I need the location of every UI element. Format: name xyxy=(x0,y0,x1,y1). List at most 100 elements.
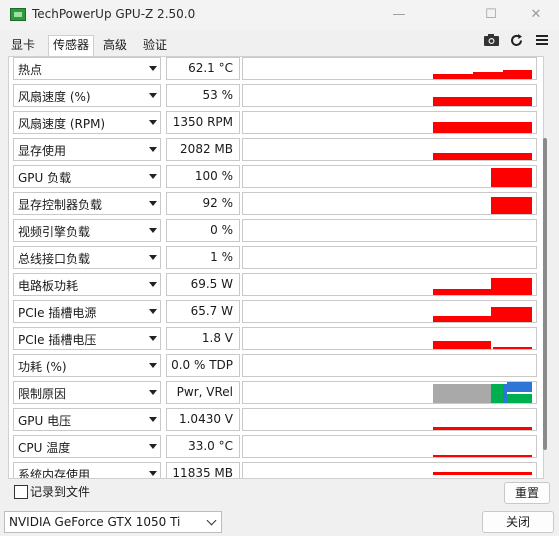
chevron-down-icon xyxy=(149,147,157,152)
sensor-graph[interactable] xyxy=(242,84,537,107)
sensor-name-dropdown[interactable]: 电路板功耗 xyxy=(13,273,161,296)
sensor-name-dropdown[interactable]: 风扇速度 (RPM) xyxy=(13,111,161,134)
sensor-value: 92 % xyxy=(166,192,240,215)
sensor-graph[interactable] xyxy=(242,192,537,215)
tab-graphics-card[interactable]: 显卡 xyxy=(8,36,38,55)
sensor-graph[interactable] xyxy=(242,138,537,161)
sensor-value: 1350 RPM xyxy=(166,111,240,134)
chevron-down-icon xyxy=(149,66,157,71)
sensor-name-dropdown[interactable]: 风扇速度 (%) xyxy=(13,84,161,107)
log-to-file-checkbox[interactable] xyxy=(14,485,28,499)
sensor-graph[interactable] xyxy=(242,111,537,134)
sensor-row-system-memory-used: 系统内存使用 11835 MB xyxy=(13,462,537,479)
sensor-name-dropdown[interactable]: 视频引擎负载 xyxy=(13,219,161,242)
sensor-graph[interactable] xyxy=(242,219,537,242)
reset-button[interactable]: 重置 xyxy=(504,482,550,504)
sensor-name: PCIe 插槽电压 xyxy=(18,333,97,347)
sensor-row-pcie-slot-power: PCIe 插槽电源 65.7 W xyxy=(13,300,537,323)
sensor-value-text: 62.1 °C xyxy=(188,61,233,75)
sensor-name: 显存控制器负载 xyxy=(18,198,103,212)
sensor-name: 显存使用 xyxy=(18,144,67,158)
sensor-graph[interactable] xyxy=(242,381,537,404)
tab-advanced[interactable]: 高级 xyxy=(100,36,130,55)
sensor-value: 11835 MB xyxy=(166,462,240,479)
sensor-row-perfcap-reason: 限制原因 Pwr, VRel xyxy=(13,381,537,404)
sensor-name-dropdown[interactable]: 功耗 (%) xyxy=(13,354,161,377)
sensor-name: 电路板功耗 xyxy=(18,279,79,293)
sensor-value-text: Pwr, VRel xyxy=(176,385,233,399)
chevron-down-icon xyxy=(206,515,217,526)
chevron-down-icon xyxy=(149,255,157,260)
sensor-name-dropdown[interactable]: 热点 xyxy=(13,57,161,80)
sensor-value-text: 11835 MB xyxy=(172,466,233,479)
minimize-button[interactable]: — xyxy=(376,0,422,30)
sensor-graph[interactable] xyxy=(242,408,537,431)
sensor-name-dropdown[interactable]: 限制原因 xyxy=(13,381,161,404)
sensor-name-dropdown[interactable]: PCIe 插槽电源 xyxy=(13,300,161,323)
sensor-name-dropdown[interactable]: GPU 负载 xyxy=(13,165,161,188)
scrollbar[interactable] xyxy=(543,138,547,450)
refresh-icon[interactable] xyxy=(509,33,524,52)
sensor-value-text: 69.5 W xyxy=(190,277,233,291)
sensor-value-text: 2082 MB xyxy=(180,142,233,156)
chevron-down-icon xyxy=(149,282,157,287)
chevron-down-icon xyxy=(149,471,157,476)
sensor-row-video-engine-load: 视频引擎负载 0 % xyxy=(13,219,537,242)
menu-icon[interactable] xyxy=(535,33,549,51)
chevron-down-icon xyxy=(149,363,157,368)
sensor-name: 热点 xyxy=(18,63,43,77)
sensor-name-dropdown[interactable]: 系统内存使用 xyxy=(13,462,161,479)
sensor-value-text: 0.0 % TDP xyxy=(171,358,233,372)
sensor-name-dropdown[interactable]: PCIe 插槽电压 xyxy=(13,327,161,350)
chevron-down-icon xyxy=(149,417,157,422)
sensor-graph[interactable] xyxy=(242,327,537,350)
sensor-graph[interactable] xyxy=(242,246,537,269)
camera-icon[interactable] xyxy=(483,33,500,51)
sensor-name: CPU 温度 xyxy=(18,441,71,455)
chevron-down-icon xyxy=(149,228,157,233)
sensor-name: 视频引擎负载 xyxy=(18,225,91,239)
sensor-value: Pwr, VRel xyxy=(166,381,240,404)
sensor-name: PCIe 插槽电源 xyxy=(18,306,97,320)
sensor-value-text: 53 % xyxy=(202,88,234,102)
sensor-name-dropdown[interactable]: 显存使用 xyxy=(13,138,161,161)
sensor-row-power-percent: 功耗 (%) 0.0 % TDP xyxy=(13,354,537,377)
sensor-name: 系统内存使用 xyxy=(18,468,91,479)
sensor-value-text: 92 % xyxy=(202,196,234,210)
sensor-graph[interactable] xyxy=(242,435,537,458)
sensor-value: 2082 MB xyxy=(166,138,240,161)
sensor-row-gpu-voltage: GPU 电压 1.0430 V xyxy=(13,408,537,431)
sensor-graph[interactable] xyxy=(242,354,537,377)
sensor-row-gpu-load: GPU 负载 100 % xyxy=(13,165,537,188)
sensor-value: 0.0 % TDP xyxy=(166,354,240,377)
sensor-value-text: 65.7 W xyxy=(190,304,233,318)
sensor-row-hotspot: 热点 62.1 °C xyxy=(13,57,537,80)
tab-sensors[interactable]: 传感器 xyxy=(48,35,94,57)
sensor-graph[interactable] xyxy=(242,462,537,478)
tab-validation[interactable]: 验证 xyxy=(140,36,170,55)
sensor-name-dropdown[interactable]: 显存控制器负载 xyxy=(13,192,161,215)
sensor-graph[interactable] xyxy=(242,300,537,323)
sensor-name-dropdown[interactable]: GPU 电压 xyxy=(13,408,161,431)
sensor-row-fan-rpm: 风扇速度 (RPM) 1350 RPM xyxy=(13,111,537,134)
sensor-graph[interactable] xyxy=(242,57,537,80)
maximize-button[interactable]: ☐ xyxy=(468,0,514,30)
sensor-row-memory-used: 显存使用 2082 MB xyxy=(13,138,537,161)
sensor-value: 100 % xyxy=(166,165,240,188)
sensor-row-board-power: 电路板功耗 69.5 W xyxy=(13,273,537,296)
close-button[interactable]: 关闭 xyxy=(482,511,554,533)
sensor-graph[interactable] xyxy=(242,273,537,296)
sensor-value: 62.1 °C xyxy=(166,57,240,80)
sensor-value-text: 1.0430 V xyxy=(178,412,233,426)
sensor-row-cpu-temperature: CPU 温度 33.0 °C xyxy=(13,435,537,458)
sensor-value: 1.0430 V xyxy=(166,408,240,431)
sensor-name-dropdown[interactable]: CPU 温度 xyxy=(13,435,161,458)
sensor-value-text: 1350 RPM xyxy=(172,115,233,129)
chevron-down-icon xyxy=(149,174,157,179)
close-window-button[interactable]: ✕ xyxy=(513,0,559,30)
sensor-name: 限制原因 xyxy=(18,387,67,401)
sensor-name-dropdown[interactable]: 总线接口负载 xyxy=(13,246,161,269)
device-select[interactable]: NVIDIA GeForce GTX 1050 Ti xyxy=(4,511,222,533)
sensor-graph[interactable] xyxy=(242,165,537,188)
sensor-row-fan-percent: 风扇速度 (%) 53 % xyxy=(13,84,537,107)
